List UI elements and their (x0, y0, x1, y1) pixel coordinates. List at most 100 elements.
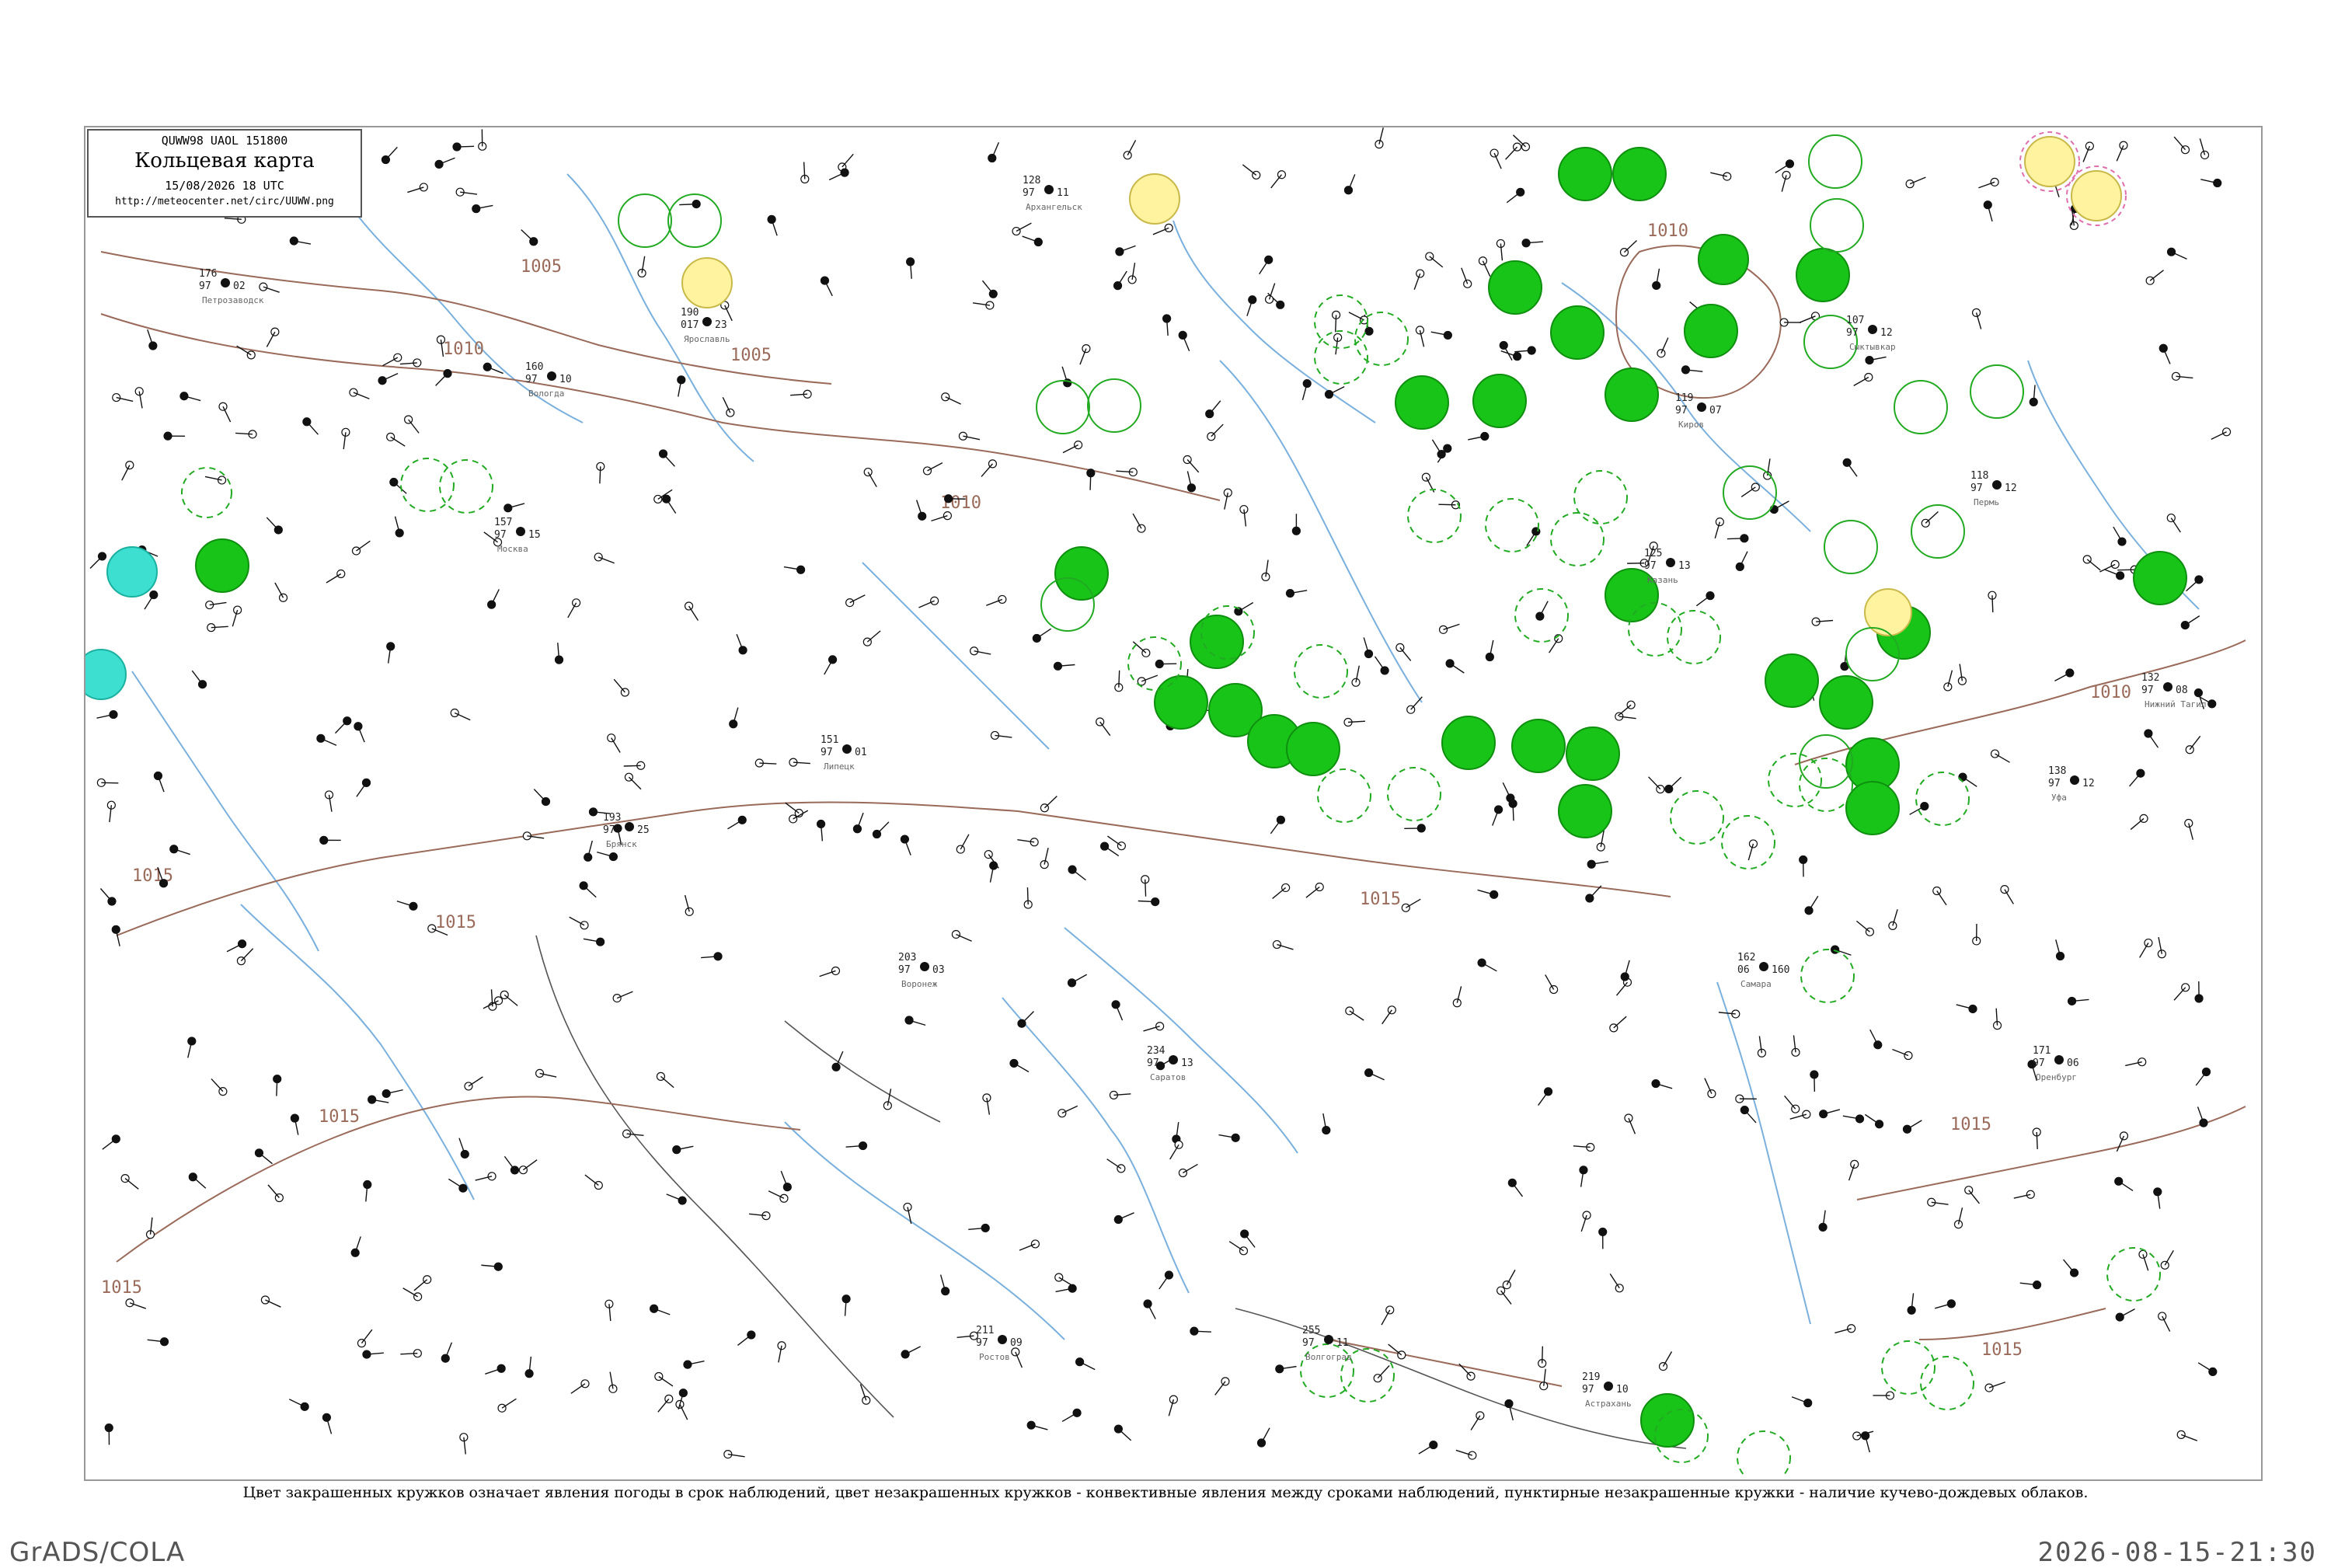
station-glyph (1984, 201, 1992, 221)
station-glyph (1262, 560, 1270, 581)
map-date: 15/08/2026 18 UTC (89, 179, 361, 193)
station-glyph (1843, 458, 1857, 476)
station-glyph (2174, 984, 2190, 1000)
rain-circle (1699, 235, 1748, 284)
station-layer (90, 127, 2231, 1459)
station-temp: 107 (1846, 315, 1864, 326)
station-glyph (268, 1185, 283, 1202)
station-glyph (1063, 441, 1082, 453)
station-glyph (1471, 1412, 1484, 1430)
source-url[interactable]: http://meteocenter.net/circ/UUWW.png (89, 196, 361, 207)
station-glyph (1276, 1365, 1297, 1373)
station-glyph (1610, 1274, 1623, 1291)
station-glyph (113, 394, 133, 402)
station-glyph (472, 205, 493, 213)
station-glyph (1618, 701, 1635, 716)
rain-circle (1395, 376, 1448, 429)
station-glyph (2172, 372, 2193, 380)
station-glyph (2117, 1132, 2127, 1152)
station-glyph (2186, 736, 2200, 753)
station-glyph (2168, 248, 2187, 259)
station-pressure: 06 (1737, 964, 1750, 976)
cb-ring (1722, 816, 1775, 869)
station-temp: 162 (1737, 952, 1755, 963)
station-glyph (1978, 178, 1998, 187)
station-label: 1389712Уфа (2048, 765, 2095, 803)
station-glyph (749, 1212, 770, 1220)
station-glyph (525, 1357, 533, 1378)
station-glyph (1169, 1396, 1177, 1416)
station-glyph (1040, 848, 1048, 868)
station-glyph (260, 283, 280, 292)
station-glyph (1116, 469, 1137, 476)
cb-ring (1737, 1431, 1790, 1476)
station-glyph (227, 940, 246, 952)
station-glyph (1540, 1369, 1548, 1390)
station-glyph (148, 1338, 169, 1346)
cb-ring (1388, 768, 1441, 821)
station-pressure: 97 (821, 747, 833, 758)
station-glyph (1431, 331, 1452, 339)
station-glyph (1507, 188, 1524, 202)
station-glyph (147, 1218, 155, 1239)
station-glyph (1419, 1441, 1437, 1454)
station-pressure: 97 (1582, 1384, 1594, 1396)
station-glyph (737, 634, 747, 653)
station-glyph (2083, 142, 2093, 162)
station-label: 19001723Ярославль (681, 307, 730, 344)
station-glyph (387, 433, 406, 446)
station-glyph (1273, 941, 1293, 950)
station-glyph (663, 495, 676, 513)
cb-ring (1486, 499, 1538, 552)
station-pressure: 97 (1023, 187, 1035, 199)
station-glyph (1375, 657, 1389, 674)
station-glyph (232, 606, 241, 626)
yellow-circle (682, 258, 732, 308)
thunder-ring (1800, 735, 1852, 788)
station-glyph (1218, 1134, 1239, 1141)
station-name: Киров (1678, 420, 1704, 430)
thunder-ring (618, 194, 671, 247)
station-glyph (2083, 556, 2100, 570)
station-glyph (1153, 224, 1172, 234)
station-glyph (1271, 171, 1286, 188)
cb-ring (1294, 645, 1347, 698)
station-glyph (1710, 172, 1730, 180)
station-glyph (237, 949, 253, 965)
station-glyph (2154, 1188, 2162, 1209)
station-glyph (1509, 800, 1517, 821)
rain-circle (1442, 716, 1495, 769)
station-glyph (2211, 428, 2231, 440)
station-glyph (1652, 1080, 1672, 1089)
station-glyph (624, 761, 645, 769)
station-glyph (188, 1037, 196, 1058)
station-glyph (1115, 671, 1123, 692)
station-glyph (481, 1263, 502, 1270)
station-glyph (1849, 1160, 1859, 1180)
station-glyph (320, 836, 341, 844)
station-glyph (403, 1288, 422, 1301)
isobar-label: 1015 (1950, 1115, 1991, 1134)
station-name: Петрозаводск (202, 295, 264, 305)
station-glyph (335, 717, 350, 733)
station-glyph (1407, 697, 1423, 713)
station-value: 09 (1010, 1337, 1023, 1349)
station-glyph (873, 822, 888, 838)
station-glyph (350, 389, 369, 399)
station-glyph (1780, 319, 1801, 326)
station-value: 25 (637, 824, 650, 836)
bulletin-code: QUWW98 UAOL 151800 (89, 134, 361, 148)
station-glyph (1456, 1450, 1476, 1459)
cb-ring (1882, 1341, 1935, 1394)
station-glyph (1506, 143, 1521, 159)
station-glyph (1260, 256, 1273, 274)
station-glyph (1486, 640, 1493, 661)
station-glyph (1155, 660, 1176, 668)
station-glyph (904, 1203, 911, 1223)
station-glyph (1928, 1198, 1949, 1206)
station-pressure: 97 (1644, 560, 1657, 572)
station-label: 1259713Казань (1644, 548, 1691, 585)
station-temp: 151 (821, 734, 838, 746)
station-glyph (354, 723, 364, 742)
station-pressure: 97 (1675, 405, 1688, 416)
